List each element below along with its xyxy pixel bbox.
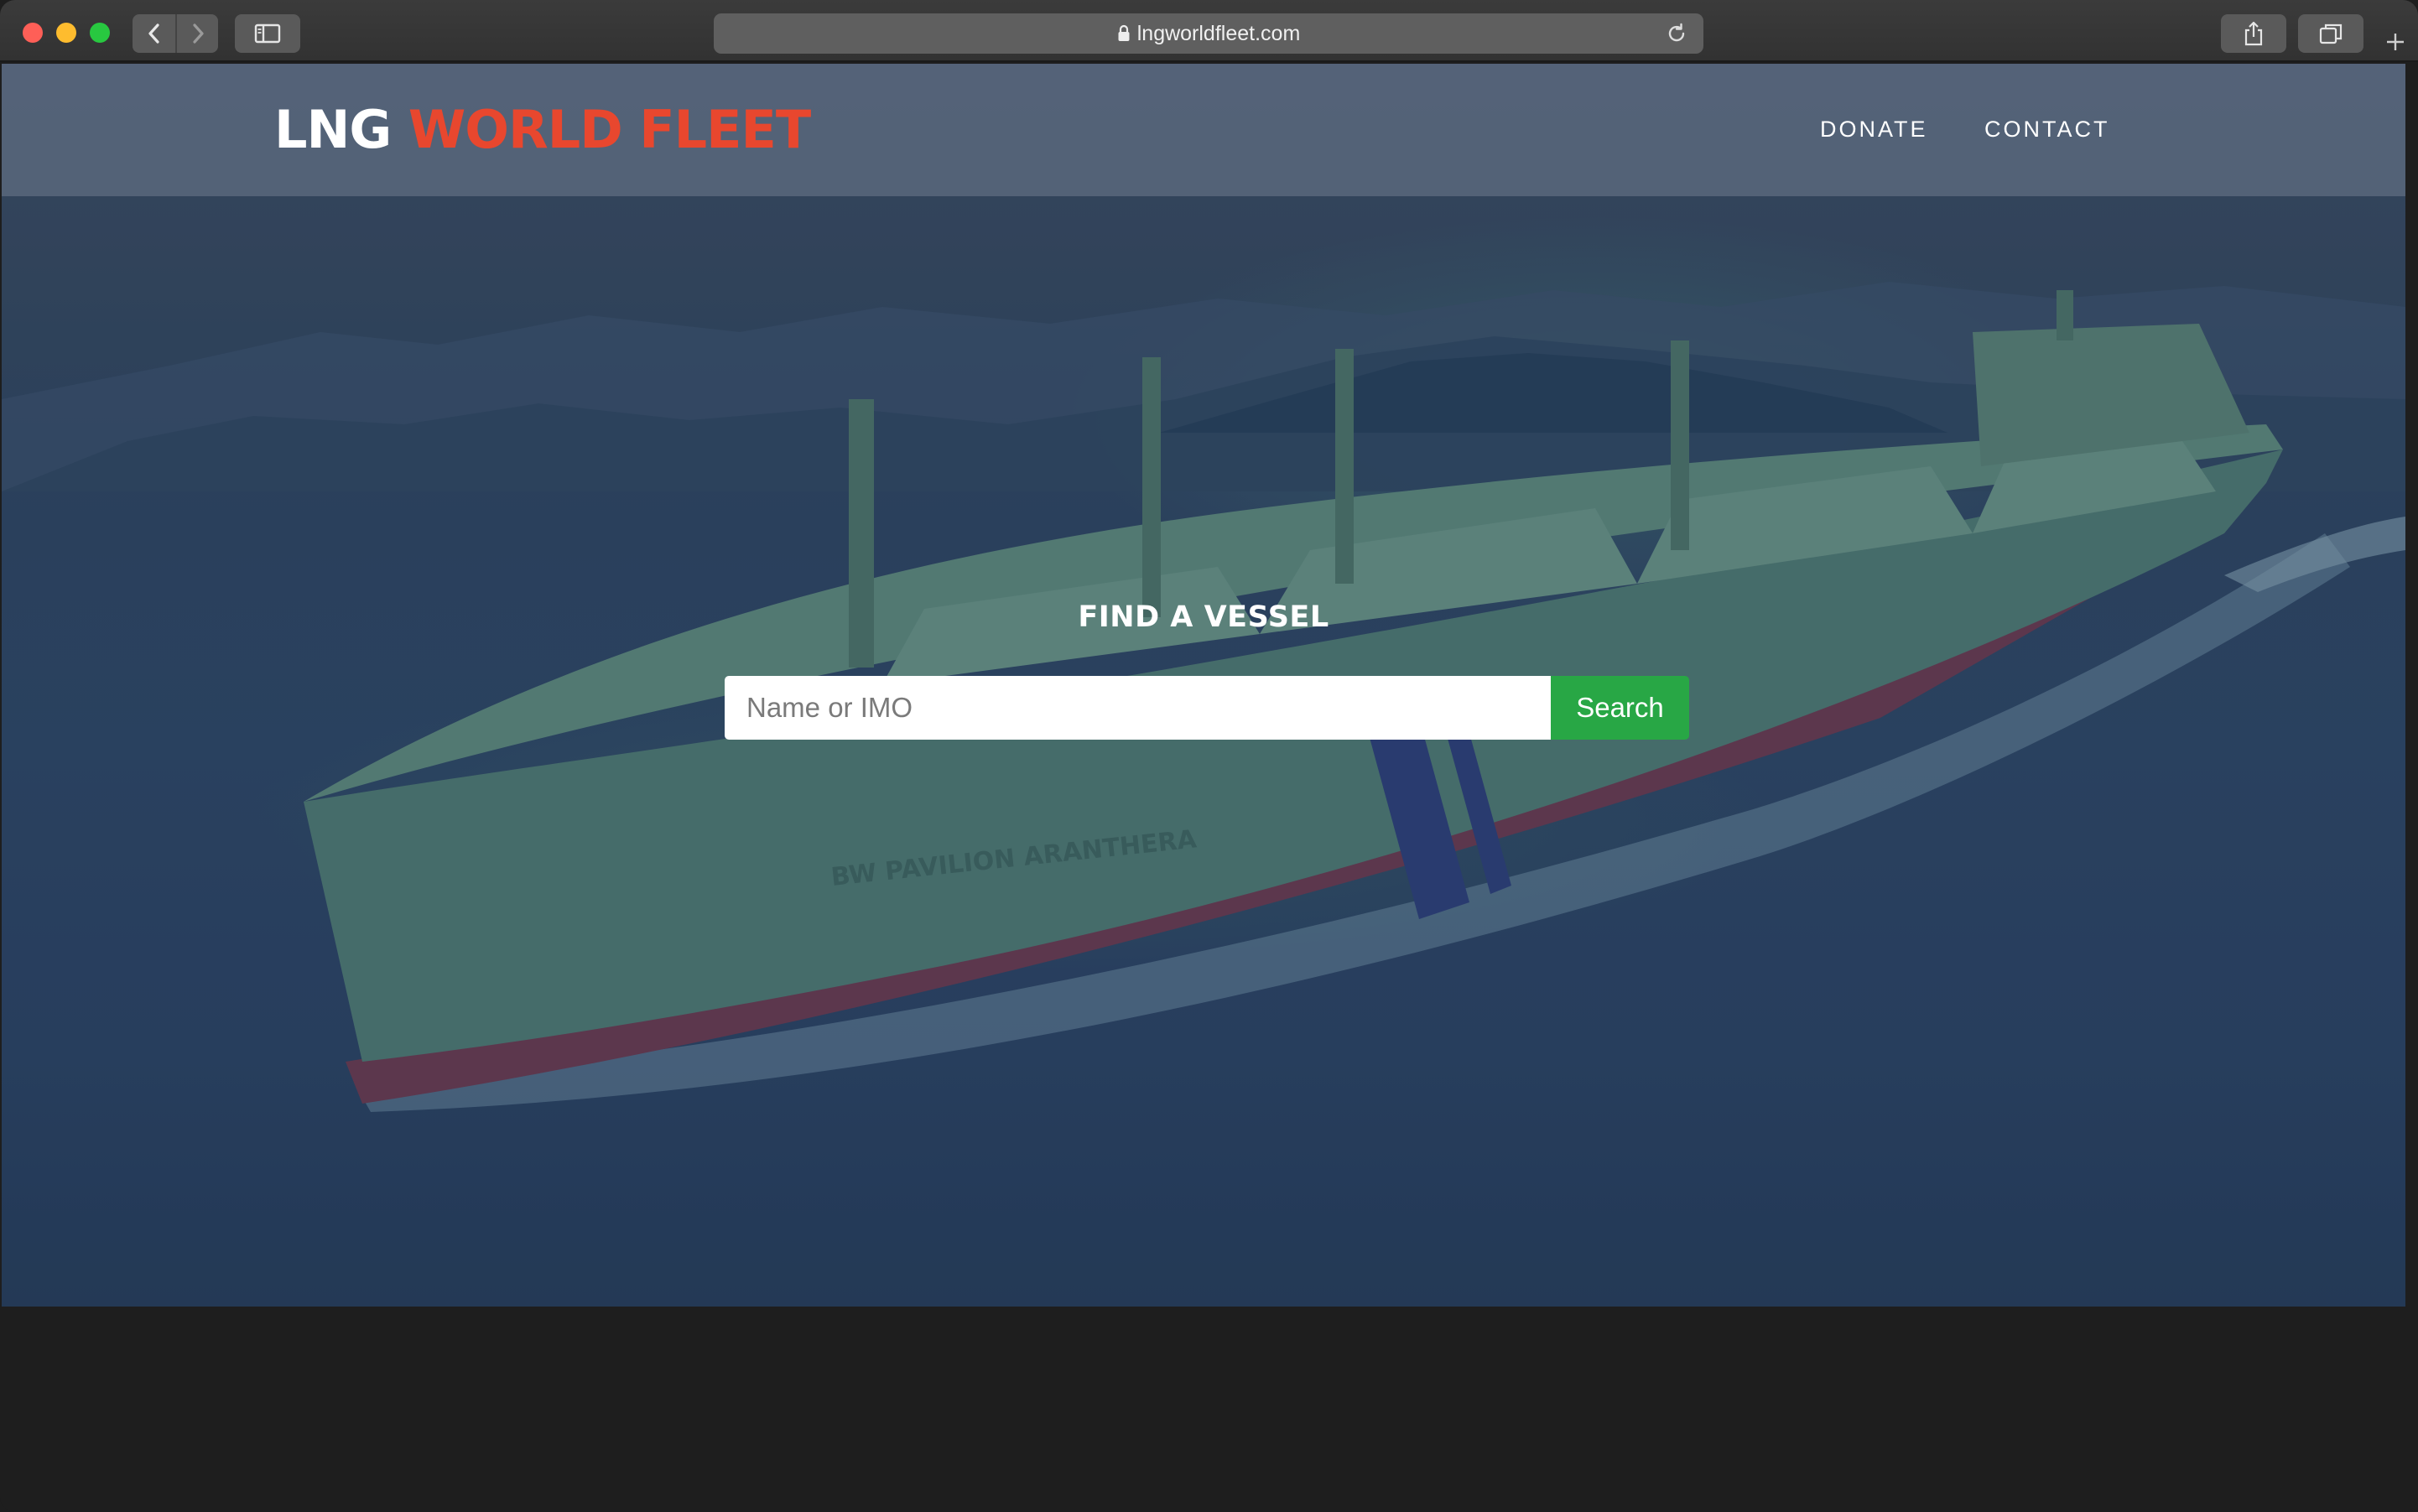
browser-toolbar: lngworldfleet.com (0, 0, 2418, 62)
site-header: LNG WORLD FLEET DONATE CONTACT (2, 64, 2405, 196)
nav-contact-link[interactable]: CONTACT (1984, 112, 2110, 146)
share-icon (2244, 21, 2263, 46)
nav-donate-link[interactable]: DONATE (1820, 112, 1928, 146)
address-bar[interactable]: lngworldfleet.com (714, 13, 1703, 54)
sidebar-icon (254, 23, 281, 44)
lock-icon (1117, 24, 1131, 43)
chevron-right-icon (192, 23, 204, 44)
search-button[interactable]: Search (1551, 676, 1689, 740)
logo-text-world-fleet: WORLD FLEET (408, 99, 811, 160)
hero-section: BW PAVILION ARANTHERA LNG WORLD FLEET DO… (2, 64, 2405, 1307)
chevron-left-icon (148, 23, 159, 44)
site-logo[interactable]: LNG WORLD FLEET (274, 98, 811, 162)
address-text: lngworldfleet.com (1136, 21, 1301, 45)
close-window-button[interactable] (23, 23, 43, 43)
back-button[interactable] (133, 14, 175, 53)
vessel-search-input[interactable] (725, 676, 1551, 740)
browser-window: lngworldfleet.com BW PAVILION ARANTHERA … (0, 0, 2418, 1512)
tabs-overview-icon (2319, 23, 2343, 44)
forward-button[interactable] (175, 14, 218, 53)
minimize-window-button[interactable] (56, 23, 76, 43)
history-nav-group (133, 14, 218, 53)
plus-icon (2387, 34, 2404, 50)
page-bottom-area (0, 1307, 2418, 1512)
find-vessel-heading: FIND A VESSEL (1078, 600, 1329, 634)
reload-icon[interactable] (1665, 22, 1688, 49)
zoom-window-button[interactable] (90, 23, 110, 43)
tab-overview-button[interactable] (2298, 14, 2363, 53)
logo-text-lng: LNG (274, 99, 392, 160)
sidebar-toggle-button[interactable] (235, 14, 300, 53)
share-button[interactable] (2221, 14, 2286, 53)
new-tab-button[interactable] (2379, 25, 2412, 59)
